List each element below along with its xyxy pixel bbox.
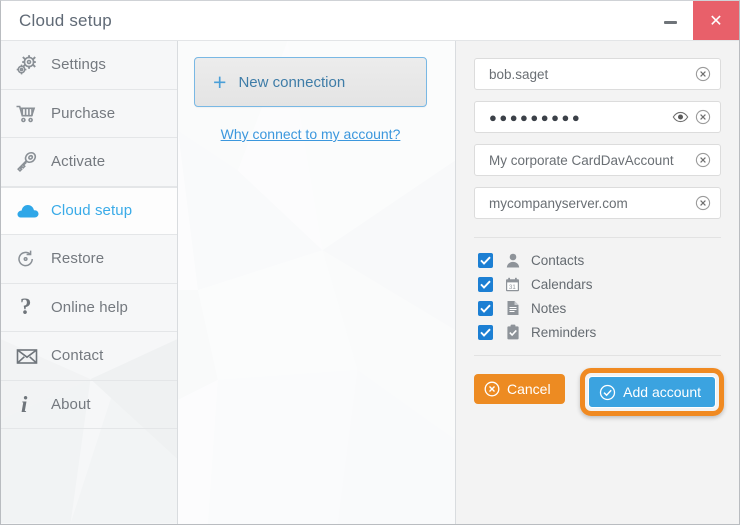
sidebar-item-settings[interactable]: Settings bbox=[1, 41, 177, 90]
svg-text:i: i bbox=[21, 392, 28, 416]
sidebar-item-label: About bbox=[51, 395, 91, 413]
clear-icon[interactable] bbox=[694, 108, 712, 126]
account-description-field[interactable]: My corporate CardDavAccount bbox=[474, 144, 721, 176]
minimize-icon bbox=[663, 21, 677, 24]
form-empty-space bbox=[474, 409, 721, 524]
restore-icon bbox=[15, 248, 51, 270]
calendar-icon: 31 bbox=[504, 277, 521, 292]
sidebar-item-online-help[interactable]: ? Online help bbox=[1, 284, 177, 332]
sidebar-item-contact[interactable]: Contact bbox=[1, 332, 177, 381]
center-content: + New connection Why connect to my accou… bbox=[178, 41, 455, 142]
gears-icon bbox=[15, 54, 51, 76]
title-bar: Cloud setup ✕ bbox=[1, 1, 739, 41]
sync-items-list: Contacts 31 Calendars Notes Reminders bbox=[474, 248, 721, 344]
check-circle-icon bbox=[599, 384, 616, 401]
sidebar-item-about[interactable]: i About bbox=[1, 381, 177, 429]
cloud-icon bbox=[15, 201, 51, 221]
cancel-circle-icon bbox=[484, 381, 500, 397]
clipboard-icon bbox=[504, 324, 521, 340]
envelope-icon bbox=[15, 346, 51, 366]
close-icon: ✕ bbox=[709, 12, 723, 30]
button-divider bbox=[474, 355, 721, 356]
minimize-button[interactable] bbox=[647, 1, 693, 40]
window-controls: ✕ bbox=[647, 1, 739, 40]
cloud-setup-window: Cloud setup ✕ Settings Purchase Activate… bbox=[0, 0, 740, 525]
checkbox-calendars[interactable] bbox=[478, 276, 493, 292]
sync-item-label: Calendars bbox=[531, 276, 593, 292]
svg-text:?: ? bbox=[20, 295, 32, 319]
add-account-label: Add account bbox=[623, 384, 701, 400]
account-description-value: My corporate CardDavAccount bbox=[489, 152, 674, 168]
document-icon bbox=[504, 300, 521, 316]
server-address-value: mycompanyserver.com bbox=[489, 195, 628, 211]
plus-icon: + bbox=[213, 68, 227, 95]
sync-item-reminders[interactable]: Reminders bbox=[478, 320, 721, 344]
center-panel: + New connection Why connect to my accou… bbox=[178, 41, 456, 524]
sidebar-item-label: Settings bbox=[51, 56, 106, 74]
form-divider bbox=[474, 237, 721, 238]
password-value: ●●●●●●●●● bbox=[489, 109, 583, 125]
close-button[interactable]: ✕ bbox=[693, 1, 739, 40]
clear-icon[interactable] bbox=[694, 65, 712, 83]
sidebar-item-purchase[interactable]: Purchase bbox=[1, 90, 177, 138]
password-field[interactable]: ●●●●●●●●● bbox=[474, 101, 721, 133]
checkbox-contacts[interactable] bbox=[478, 252, 493, 268]
eye-icon[interactable] bbox=[671, 108, 689, 126]
sidebar-item-restore[interactable]: Restore bbox=[1, 235, 177, 284]
sync-item-calendars[interactable]: 31 Calendars bbox=[478, 272, 721, 296]
clear-icon[interactable] bbox=[694, 194, 712, 212]
info-icon: i bbox=[15, 392, 51, 416]
window-title: Cloud setup bbox=[19, 10, 112, 30]
sidebar: Settings Purchase Activate Cloud setup R… bbox=[1, 41, 178, 524]
checkbox-notes[interactable] bbox=[478, 300, 493, 316]
clear-icon[interactable] bbox=[694, 151, 712, 169]
sync-item-notes[interactable]: Notes bbox=[478, 296, 721, 320]
account-form-panel: bob.saget ●●●●●●●●● My corporate CardDav… bbox=[456, 41, 739, 524]
sync-item-contacts[interactable]: Contacts bbox=[478, 248, 721, 272]
add-account-highlight-ring: Add account bbox=[580, 368, 724, 416]
username-value: bob.saget bbox=[489, 66, 549, 82]
sync-item-label: Notes bbox=[531, 300, 567, 316]
sidebar-empty-space bbox=[1, 429, 177, 524]
key-icon bbox=[15, 151, 51, 173]
sidebar-item-label: Cloud setup bbox=[51, 202, 133, 220]
sidebar-item-activate[interactable]: Activate bbox=[1, 138, 177, 187]
cancel-label: Cancel bbox=[507, 381, 551, 397]
sidebar-item-label: Restore bbox=[51, 250, 105, 268]
window-body: Settings Purchase Activate Cloud setup R… bbox=[1, 41, 739, 524]
new-connection-label: New connection bbox=[238, 73, 346, 91]
form-actions: Cancel Add account bbox=[474, 368, 724, 416]
cancel-button[interactable]: Cancel bbox=[474, 374, 565, 404]
sidebar-item-label: Activate bbox=[51, 153, 106, 171]
cart-icon bbox=[15, 102, 51, 124]
question-icon: ? bbox=[15, 295, 51, 319]
checkbox-reminders[interactable] bbox=[478, 324, 493, 340]
sidebar-item-label: Online help bbox=[51, 298, 128, 316]
new-connection-button[interactable]: + New connection bbox=[194, 57, 427, 107]
server-address-field[interactable]: mycompanyserver.com bbox=[474, 187, 721, 219]
why-connect-link[interactable]: Why connect to my account? bbox=[194, 126, 427, 142]
sidebar-item-label: Contact bbox=[51, 347, 104, 365]
sidebar-item-cloud-setup[interactable]: Cloud setup bbox=[1, 186, 177, 235]
username-field[interactable]: bob.saget bbox=[474, 58, 721, 90]
sidebar-item-label: Purchase bbox=[51, 104, 116, 122]
person-icon bbox=[504, 253, 521, 268]
sync-item-label: Contacts bbox=[531, 252, 585, 268]
svg-text:31: 31 bbox=[509, 285, 516, 291]
sync-item-label: Reminders bbox=[531, 324, 597, 340]
add-account-button[interactable]: Add account bbox=[588, 376, 716, 408]
